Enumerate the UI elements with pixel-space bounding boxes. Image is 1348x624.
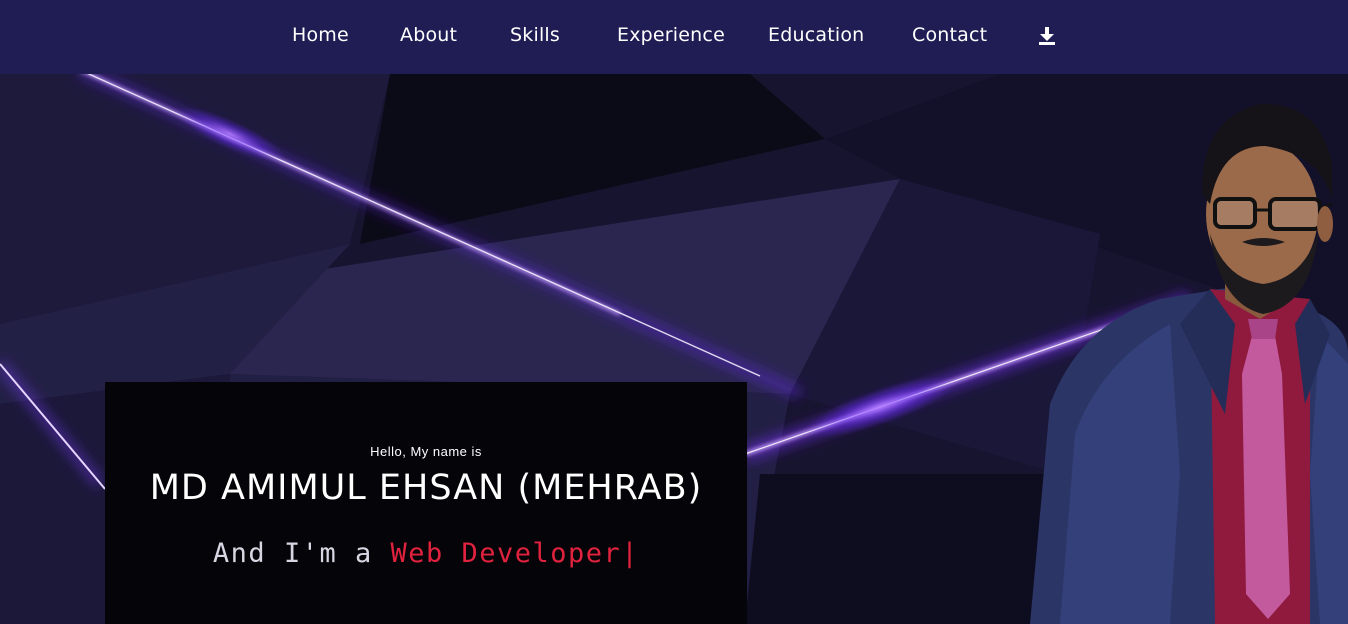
nav-education[interactable]: Education xyxy=(768,24,864,46)
nav-about[interactable]: About xyxy=(400,24,457,46)
intro-card: Hello, My name is MD AMIMUL EHSAN (MEHRA… xyxy=(105,382,747,624)
download-icon[interactable] xyxy=(1038,26,1056,46)
hero-section: Hello, My name is MD AMIMUL EHSAN (MEHRA… xyxy=(0,74,1348,624)
nav-experience[interactable]: Experience xyxy=(617,24,725,46)
top-navigation: Home About Skills Experience Education C… xyxy=(0,0,1348,74)
intro-greeting: Hello, My name is xyxy=(370,444,482,459)
nav-home[interactable]: Home xyxy=(292,24,349,46)
intro-role: And I'm a Web Developer| xyxy=(105,538,747,569)
nav-skills[interactable]: Skills xyxy=(510,24,560,46)
typing-cursor: | xyxy=(621,538,640,569)
profile-photo xyxy=(1030,103,1348,624)
role-prefix: And I'm a xyxy=(212,538,391,569)
intro-name: MD AMIMUL EHSAN (MEHRAB) xyxy=(149,468,703,508)
role-typed-text: Web Developer xyxy=(390,538,622,569)
nav-contact[interactable]: Contact xyxy=(912,24,987,46)
